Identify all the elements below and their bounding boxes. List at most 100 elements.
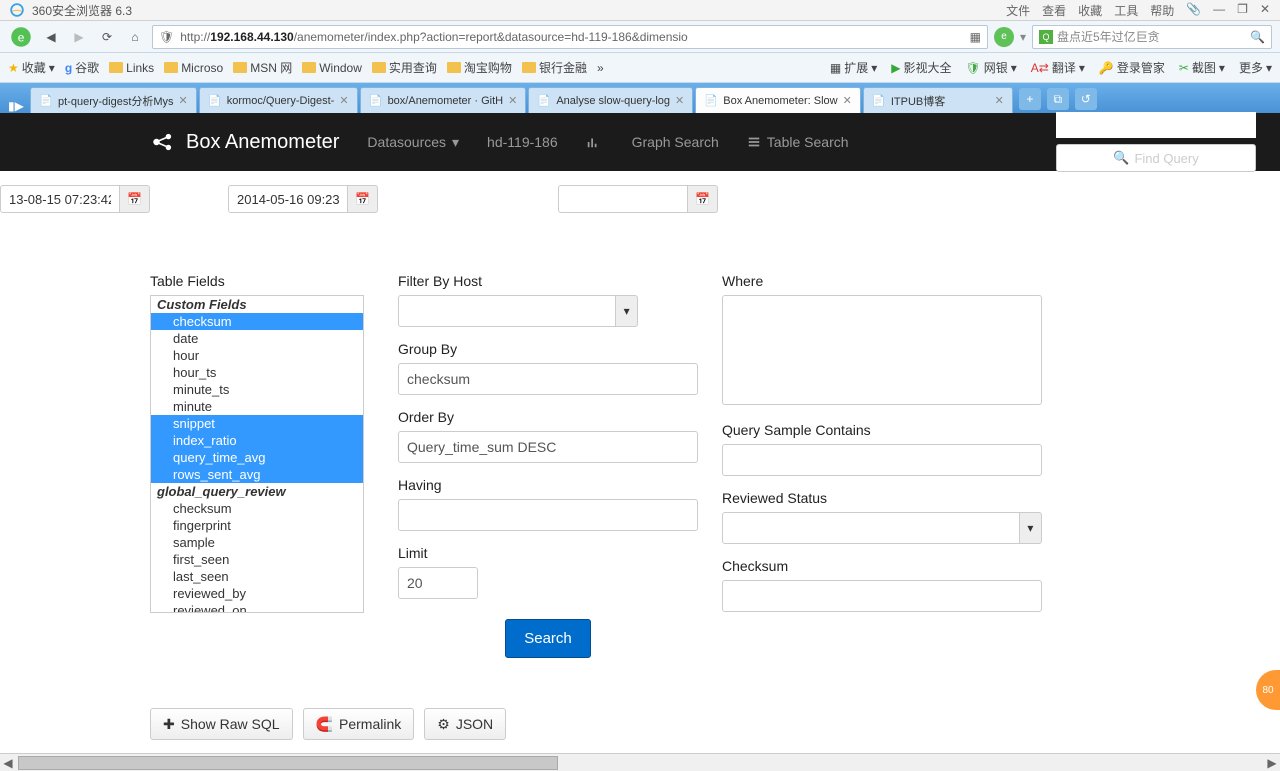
chevron-down-icon[interactable]: ▾ [1020, 30, 1026, 44]
list-item[interactable]: query_time_avg [151, 449, 363, 466]
bookmark-links[interactable]: Links [109, 61, 154, 75]
translate-button[interactable]: A⇄翻译 ▾ [1031, 59, 1085, 76]
scroll-right-icon[interactable]: ▶ [1264, 756, 1280, 770]
brand[interactable]: Box Anemometer [150, 129, 339, 155]
home-button[interactable]: ⌂ [124, 26, 146, 48]
qr-icon[interactable]: ▦ [970, 30, 981, 44]
scroll-thumb[interactable] [18, 756, 558, 770]
list-item[interactable]: sample [151, 534, 363, 551]
tab-close-icon[interactable]: ✕ [675, 94, 684, 107]
menu-fav[interactable]: 收藏 [1078, 2, 1102, 19]
find-query-input[interactable] [1056, 112, 1256, 138]
nav-graph-search[interactable]: Graph Search [586, 134, 719, 150]
browser-tab[interactable]: 📄Analyse slow-query-log✕ [528, 87, 693, 113]
find-query-button[interactable]: 🔍 Find Query [1056, 144, 1256, 172]
limit-input[interactable] [398, 567, 478, 599]
json-button[interactable]: ⚙JSON [424, 708, 506, 740]
close-icon[interactable]: ✕ [1260, 2, 1270, 19]
menu-file[interactable]: 文件 [1006, 2, 1030, 19]
group-by-input[interactable] [398, 363, 698, 395]
list-item[interactable]: last_seen [151, 568, 363, 585]
new-tab-button[interactable]: + [1019, 88, 1041, 110]
browser-tab[interactable]: 📄Box Anemometer: Slow✕ [695, 87, 861, 113]
date-to-input[interactable] [228, 185, 348, 213]
horizontal-scrollbar[interactable]: ◀ ▶ [0, 753, 1280, 771]
favorites-button[interactable]: ★收藏 ▾ [8, 59, 55, 76]
list-item[interactable]: minute [151, 398, 363, 415]
permalink-button[interactable]: 🧲Permalink [303, 708, 415, 740]
table-fields-listbox[interactable]: Custom Fieldschecksumdatehourhour_tsminu… [150, 295, 364, 613]
search-button[interactable]: Search [505, 619, 591, 658]
tab-arrow-icon[interactable]: ▮▶ [8, 99, 24, 113]
reviewed-dropdown[interactable]: ▾ [1020, 512, 1042, 544]
calendar-icon[interactable]: 📅 [348, 185, 378, 213]
date-extra-input[interactable] [558, 185, 688, 213]
scroll-left-icon[interactable]: ◀ [0, 756, 16, 770]
list-item[interactable]: checksum [151, 313, 363, 330]
filter-host-input[interactable] [398, 295, 616, 327]
filter-host-dropdown[interactable]: ▾ [616, 295, 638, 327]
checksum-input[interactable] [722, 580, 1042, 612]
list-item[interactable]: rows_sent_avg [151, 466, 363, 483]
bank-button[interactable]: 🛡网银 ▾ [965, 59, 1016, 76]
list-item[interactable]: checksum [151, 500, 363, 517]
tab-close-icon[interactable]: ✕ [179, 94, 188, 107]
bookmark-bank[interactable]: 银行金融 [522, 59, 587, 76]
reviewed-input[interactable] [722, 512, 1020, 544]
bookmarks-overflow[interactable]: » [597, 61, 604, 75]
tab-close-icon[interactable]: ✕ [995, 94, 1004, 107]
list-item[interactable]: minute_ts [151, 381, 363, 398]
tab-menu-button[interactable]: ⧉ [1047, 88, 1069, 110]
nav-table-search[interactable]: Table Search [747, 134, 849, 150]
list-item[interactable]: reviewed_on [151, 602, 363, 613]
tab-close-icon[interactable]: ✕ [843, 94, 852, 107]
search-icon[interactable]: 🔍 [1250, 30, 1265, 44]
bookmark-practical[interactable]: 实用查询 [372, 59, 437, 76]
restore-tab-button[interactable]: ↺ [1075, 88, 1097, 110]
order-by-input[interactable] [398, 431, 698, 463]
ext-button[interactable]: ▦扩展 ▾ [830, 59, 877, 76]
menu-help[interactable]: 帮助 [1150, 2, 1174, 19]
list-item[interactable]: first_seen [151, 551, 363, 568]
video-button[interactable]: ▶影视大全 [891, 59, 951, 76]
menu-view[interactable]: 查看 [1042, 2, 1066, 19]
reload-button[interactable]: ⟳ [96, 26, 118, 48]
search-bar[interactable]: Q 盘点近5年过亿巨贪 🔍 [1032, 25, 1272, 49]
bookmark-microso[interactable]: Microso [164, 61, 223, 75]
browser-tab[interactable]: 📄kormoc/Query-Digest-✕ [199, 87, 358, 113]
qsc-input[interactable] [722, 444, 1042, 476]
menu-tools[interactable]: 工具 [1114, 2, 1138, 19]
screenshot-button[interactable]: ✂截图 ▾ [1179, 59, 1225, 76]
list-item[interactable]: reviewed_by [151, 585, 363, 602]
back-button[interactable]: ◀ [40, 26, 62, 48]
show-raw-sql-button[interactable]: ✚Show Raw SQL [150, 708, 293, 740]
list-item[interactable]: snippet [151, 415, 363, 432]
having-input[interactable] [398, 499, 698, 531]
date-from-input[interactable] [0, 185, 120, 213]
browser-tab[interactable]: 📄ITPUB博客✕ [863, 87, 1013, 113]
login-button[interactable]: 🔑登录管家 [1099, 59, 1165, 76]
bookmark-window[interactable]: Window [302, 61, 362, 75]
browser-tab[interactable]: 📄box/Anemometer · GitH✕ [360, 87, 527, 113]
nav-datasource-current[interactable]: hd-119-186 [487, 134, 558, 150]
list-item[interactable]: hour_ts [151, 364, 363, 381]
nav-datasources[interactable]: Datasources ▾ [367, 134, 459, 151]
bookmark-google[interactable]: g谷歌 [65, 59, 99, 76]
list-item[interactable]: hour [151, 347, 363, 364]
list-item[interactable]: fingerprint [151, 517, 363, 534]
more-button[interactable]: 更多 ▾ [1239, 59, 1272, 76]
minimize-icon[interactable]: — [1213, 2, 1225, 19]
browser-tab[interactable]: 📄pt-query-digest分析Mys✕ [30, 87, 197, 113]
go-button[interactable]: e [994, 27, 1014, 47]
forward-button[interactable]: ▶ [68, 26, 90, 48]
bookmark-msn[interactable]: MSN 网 [233, 59, 292, 76]
paperclip-icon[interactable]: 📎 [1186, 2, 1201, 19]
tab-close-icon[interactable]: ✕ [339, 94, 348, 107]
list-item[interactable]: date [151, 330, 363, 347]
bookmark-taobao[interactable]: 淘宝购物 [447, 59, 512, 76]
list-item[interactable]: index_ratio [151, 432, 363, 449]
maximize-icon[interactable]: ❐ [1237, 2, 1248, 19]
calendar-icon[interactable]: 📅 [688, 185, 718, 213]
address-bar[interactable]: 🛡 http://192.168.44.130/anemometer/index… [152, 25, 988, 49]
tab-close-icon[interactable]: ✕ [508, 94, 517, 107]
